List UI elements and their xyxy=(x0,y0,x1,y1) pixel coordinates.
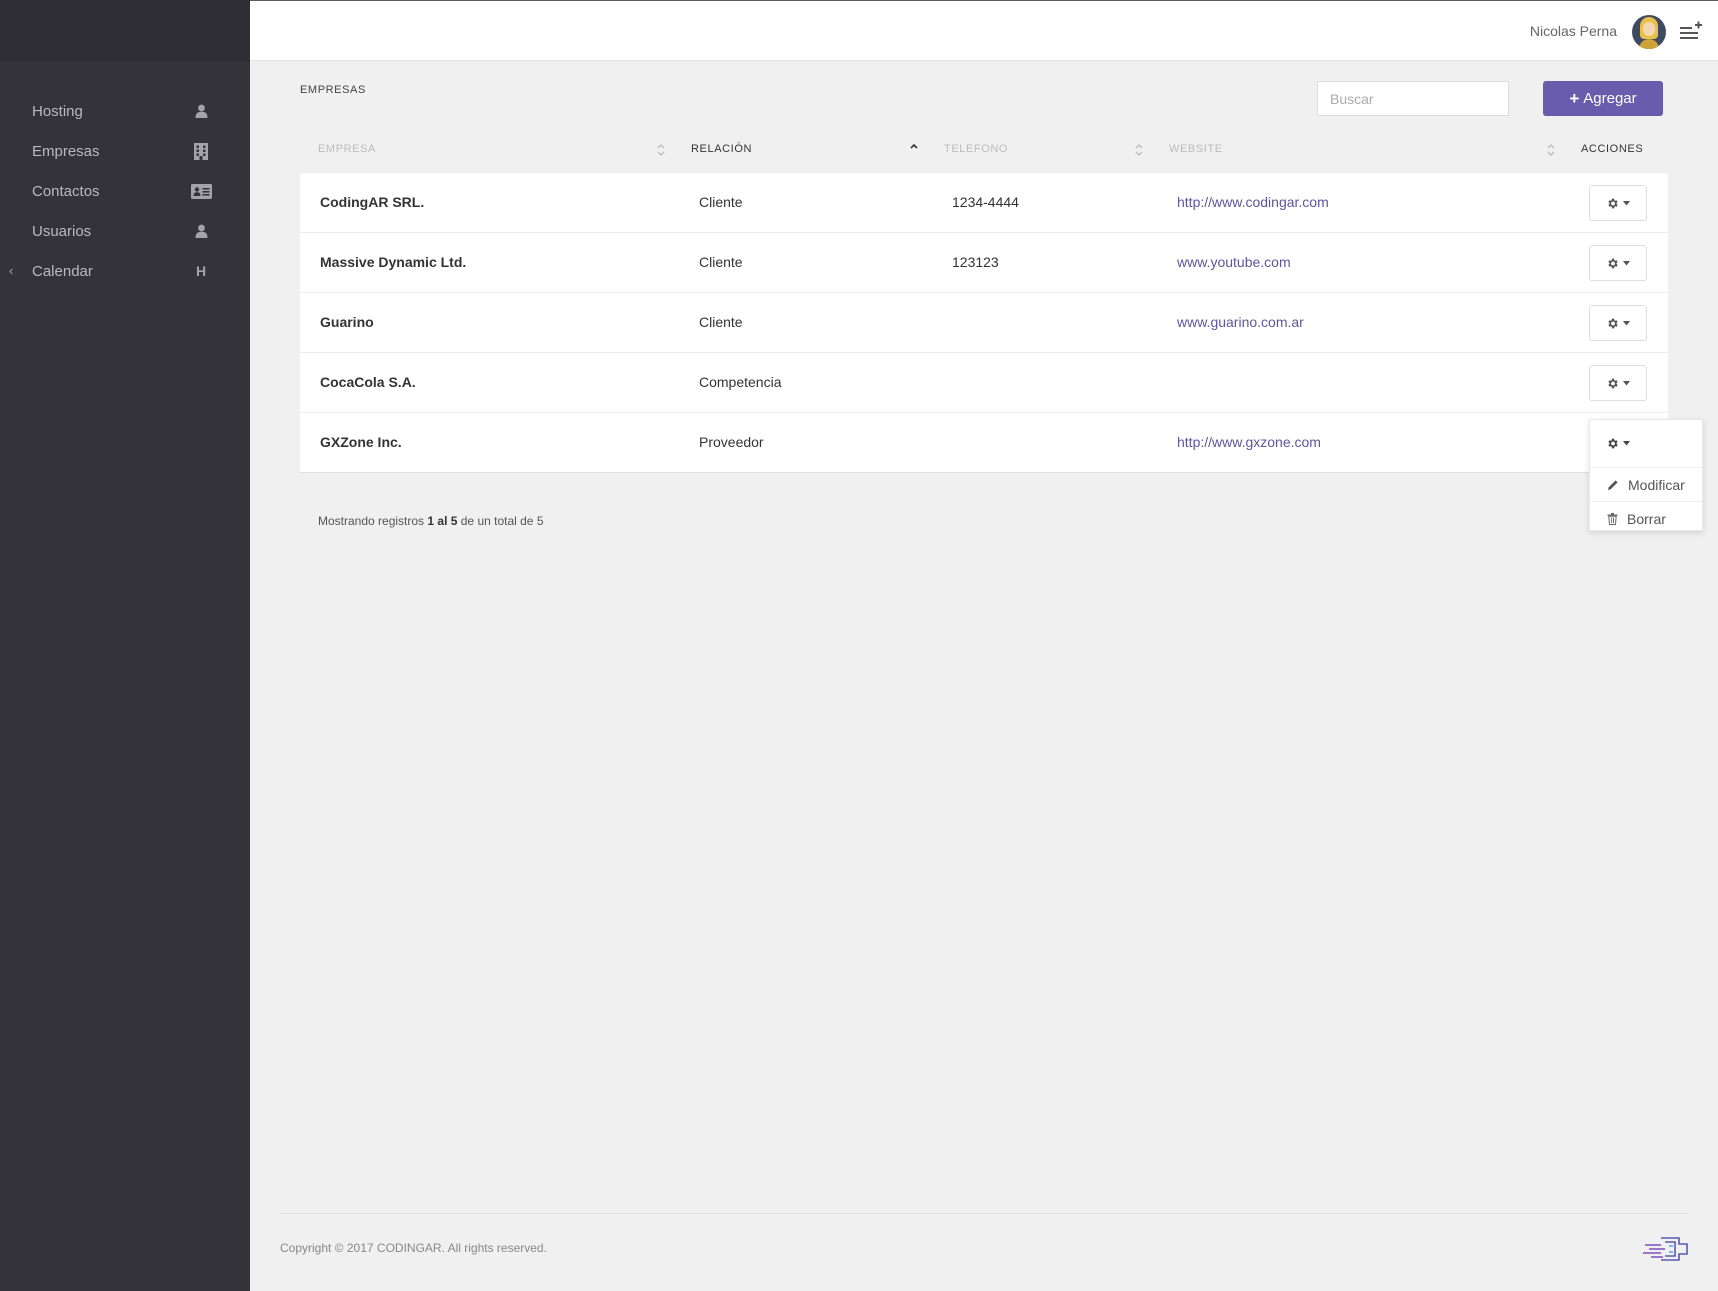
sidebar-item-label: Contactos xyxy=(32,182,100,200)
sidebar-item-empresas[interactable]: Empresas xyxy=(0,131,250,171)
sidebar-item-label: Empresas xyxy=(32,142,100,160)
company-name: GXZone Inc. xyxy=(320,434,402,450)
pagination-prefix: Mostrando registros xyxy=(318,514,428,528)
address-card-icon xyxy=(190,183,212,199)
user-icon xyxy=(190,104,212,118)
row-actions-button[interactable] xyxy=(1589,305,1647,341)
building-icon xyxy=(190,142,212,160)
relation-cell: Cliente xyxy=(699,194,743,210)
column-header-telefono[interactable]: TELEFONO xyxy=(944,143,1008,155)
caret-down-icon xyxy=(1623,380,1630,385)
relation-cell: Competencia xyxy=(699,374,782,390)
sidebar-item-label: Calendar xyxy=(32,262,93,280)
gear-icon xyxy=(1608,318,1618,328)
caret-down-icon xyxy=(1623,440,1630,445)
modify-menu-item[interactable]: Modificar xyxy=(1590,467,1702,501)
sort-icon[interactable] xyxy=(656,143,666,157)
phone-cell: 1234-4444 xyxy=(952,194,1019,210)
table-row[interactable]: Guarino Cliente www.guarino.com.ar xyxy=(300,293,1668,353)
column-header-empresa[interactable]: EMPRESA xyxy=(318,143,376,155)
sidebar-item-calendar[interactable]: ‹ Calendar H xyxy=(0,251,250,291)
letter-h-icon: H xyxy=(195,263,207,279)
column-header-website[interactable]: WEBSITE xyxy=(1169,143,1223,155)
menu-toggle-icon[interactable] xyxy=(1680,21,1702,41)
sort-icon[interactable] xyxy=(1134,143,1144,157)
table-row[interactable]: Massive Dynamic Ltd. Cliente 123123 www.… xyxy=(300,233,1668,293)
column-header-relacion[interactable]: RELACIÓN xyxy=(691,143,752,155)
sidebar-nav: Hosting Empresas Contactos Usuarios ‹ Ca… xyxy=(0,91,250,291)
sidebar-item-label: Hosting xyxy=(32,102,83,120)
trash-icon xyxy=(1607,512,1618,525)
column-header-label: EMPRESA xyxy=(318,143,376,155)
page-title: EMPRESAS xyxy=(300,84,366,96)
column-header-label: ACCIONES xyxy=(1581,143,1644,155)
gear-icon xyxy=(1608,258,1618,268)
row-actions-button[interactable] xyxy=(1589,245,1647,281)
gear-icon xyxy=(1608,438,1618,448)
company-name: Guarino xyxy=(320,314,374,330)
website-link[interactable]: http://www.codingar.com xyxy=(1177,194,1329,210)
sort-icon[interactable] xyxy=(1546,143,1556,157)
column-header-label: RELACIÓN xyxy=(691,143,753,155)
modify-label: Modificar xyxy=(1628,476,1685,493)
sort-ascending-icon[interactable] xyxy=(909,143,919,157)
row-actions-button[interactable] xyxy=(1589,365,1647,401)
chevron-left-icon: ‹ xyxy=(9,263,14,278)
add-button[interactable]: + Agregar xyxy=(1543,81,1663,116)
row-actions-button[interactable] xyxy=(1590,420,1646,466)
column-header-label: TELEFONO xyxy=(944,143,1009,155)
pencil-icon xyxy=(1608,479,1618,490)
sidebar-item-hosting[interactable]: Hosting xyxy=(0,91,250,131)
footer-divider xyxy=(280,1213,1688,1214)
sidebar-brand-area xyxy=(0,0,250,62)
caret-down-icon xyxy=(1623,260,1630,265)
company-name: CodingAR SRL. xyxy=(320,194,425,210)
gear-icon xyxy=(1608,378,1618,388)
delete-menu-item[interactable]: Borrar xyxy=(1590,501,1702,535)
table-row[interactable]: CodingAR SRL. Cliente 1234-4444 http://w… xyxy=(300,173,1668,233)
user-icon xyxy=(190,224,212,238)
companies-table: CodingAR SRL. Cliente 1234-4444 http://w… xyxy=(300,173,1668,473)
phone-cell: 123123 xyxy=(952,254,999,270)
sidebar-item-usuarios[interactable]: Usuarios xyxy=(0,211,250,251)
table-row[interactable]: GXZone Inc. Proveedor http://www.gxzone.… xyxy=(300,413,1668,473)
relation-cell: Cliente xyxy=(699,314,743,330)
codingar-logo-icon xyxy=(1643,1237,1688,1261)
top-bar: Nicolas Perna xyxy=(250,0,1718,61)
pagination-info: Mostrando registros 1 al 5 de un total d… xyxy=(318,514,544,528)
search-input[interactable] xyxy=(1317,81,1509,116)
company-name: Massive Dynamic Ltd. xyxy=(320,254,467,270)
plus-icon: + xyxy=(1569,88,1580,108)
pagination-range: 1 al 5 xyxy=(427,514,458,528)
copyright-text: Copyright © 2017 CODINGAR. All rights re… xyxy=(280,1241,547,1255)
company-name: CocaCola S.A. xyxy=(320,374,416,390)
sidebar-item-contactos[interactable]: Contactos xyxy=(0,171,250,211)
row-actions-button[interactable] xyxy=(1589,185,1647,221)
column-header-acciones: ACCIONES xyxy=(1581,143,1643,155)
add-button-label: Agregar xyxy=(1583,90,1637,107)
sidebar: Hosting Empresas Contactos Usuarios ‹ Ca… xyxy=(0,0,250,1291)
relation-cell: Proveedor xyxy=(699,434,764,450)
avatar[interactable] xyxy=(1632,15,1666,49)
column-header-label: WEBSITE xyxy=(1169,143,1223,155)
pagination-suffix: de un total de 5 xyxy=(457,514,544,528)
row-actions-dropdown: Modificar Borrar xyxy=(1589,419,1703,531)
delete-label: Borrar xyxy=(1627,510,1666,527)
table-row[interactable]: CocaCola S.A. Competencia xyxy=(300,353,1668,413)
website-link[interactable]: www.youtube.com xyxy=(1177,254,1291,270)
sidebar-item-label: Usuarios xyxy=(32,222,92,240)
caret-down-icon xyxy=(1623,320,1630,325)
website-link[interactable]: www.guarino.com.ar xyxy=(1177,314,1304,330)
gear-icon xyxy=(1608,198,1618,208)
user-name[interactable]: Nicolas Perna xyxy=(1530,23,1617,39)
caret-down-icon xyxy=(1623,200,1630,205)
relation-cell: Cliente xyxy=(699,254,743,270)
website-link[interactable]: http://www.gxzone.com xyxy=(1177,434,1321,450)
